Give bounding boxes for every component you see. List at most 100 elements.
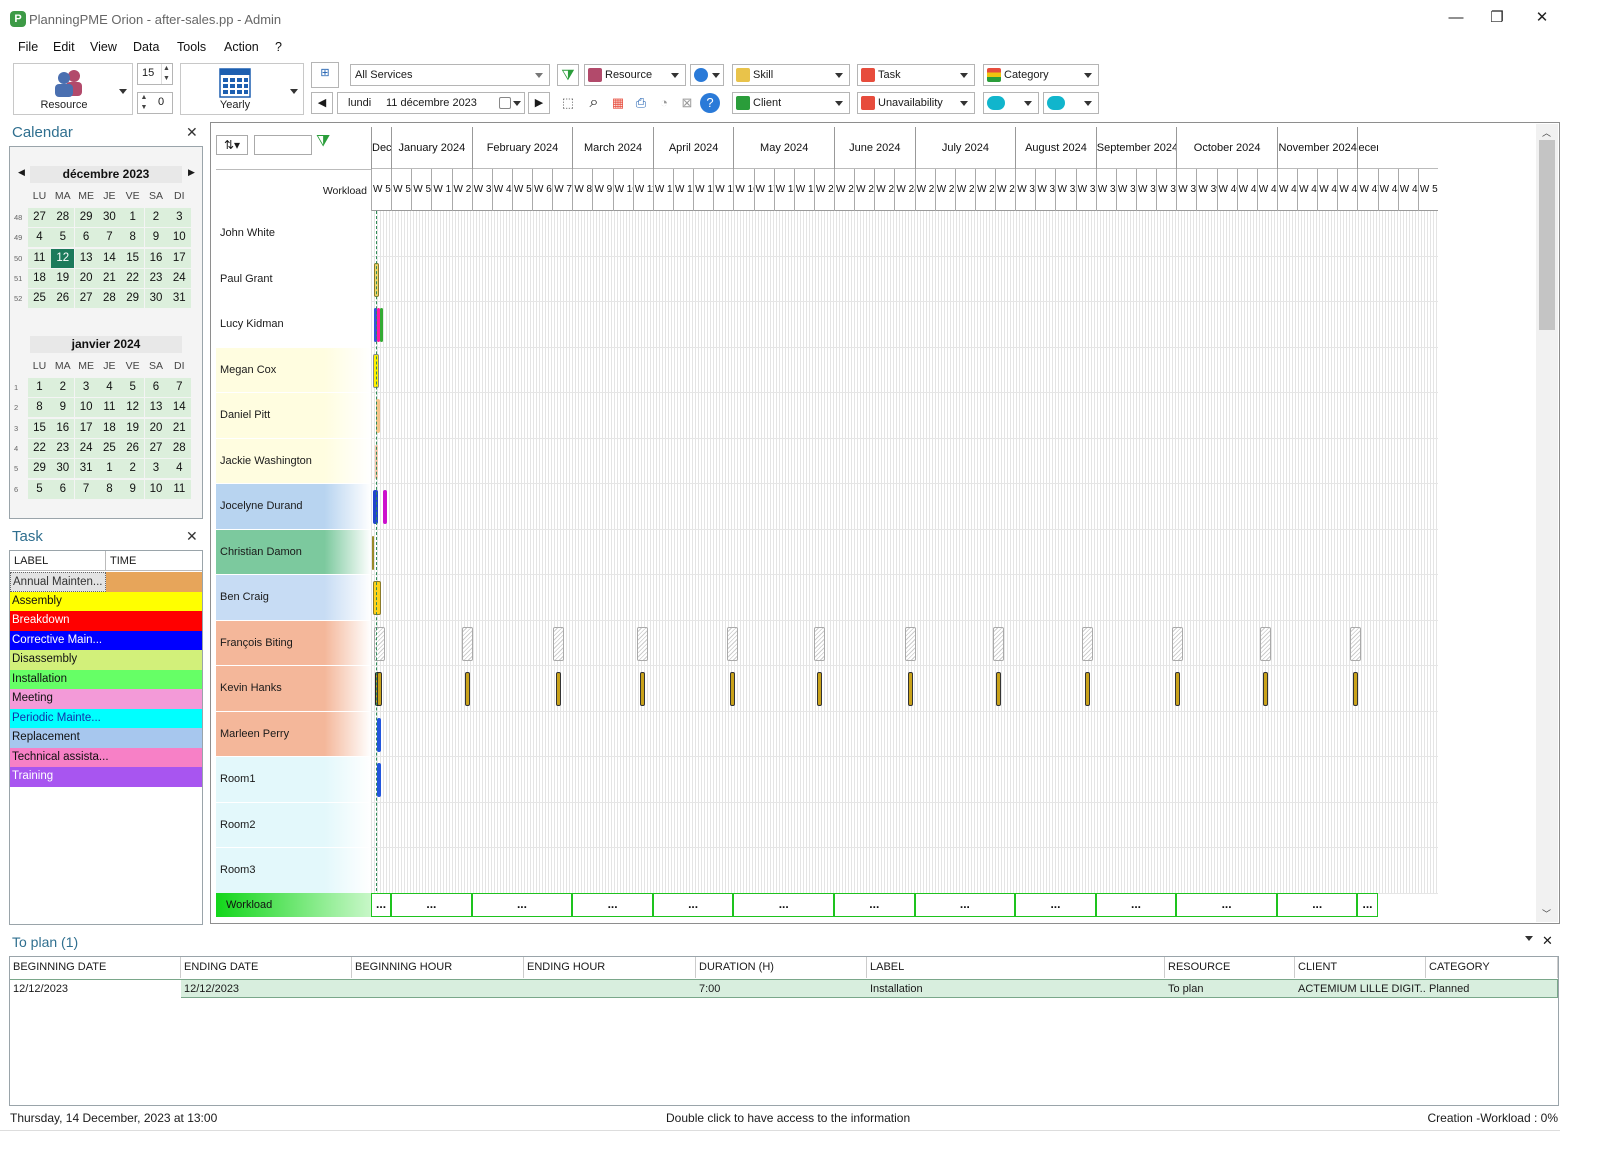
calendar-day[interactable]: 27 [28,208,51,227]
recurring-task-bar[interactable] [1260,626,1271,661]
resource-timeline[interactable] [371,666,1438,712]
calendar-day[interactable]: 10 [144,479,168,499]
toplan-column-header[interactable]: CLIENT [1295,957,1426,978]
calendar-day[interactable]: 25 [28,289,51,309]
close-icon[interactable]: ✕ [1542,933,1553,949]
resource-name[interactable]: François Biting [216,620,371,666]
resource-row[interactable]: Room3 [216,848,1438,894]
toplan-cell[interactable]: Installation [867,980,1165,998]
calendar-day[interactable]: 31 [167,289,191,309]
period-view-button[interactable]: Yearly [180,63,304,115]
workload-cell[interactable]: ... [1015,893,1096,917]
resource-timeline[interactable] [371,256,1438,302]
calendar-day[interactable]: 29 [74,208,98,227]
calendar-add-icon[interactable]: ▦ [607,92,629,114]
resource-row[interactable]: Christian Damon [216,529,1438,575]
recurring-task-bar[interactable] [1085,672,1090,706]
resource-row[interactable]: Marleen Perry [216,711,1438,757]
calendar-day[interactable]: 4 [97,378,121,397]
toplan-cell[interactable]: ACTEMIUM LILLE DIGIT... [1295,980,1426,998]
close-window-button[interactable]: ✕ [1522,6,1562,30]
menu-tools[interactable]: Tools [177,40,206,54]
workload-cell[interactable]: ... [371,893,392,917]
recurring-task-bar[interactable] [908,672,913,706]
toplan-cell[interactable]: 7:00 [696,980,867,998]
calendar-day[interactable]: 25 [97,438,121,458]
menu-help[interactable]: ? [275,40,282,54]
calendar-day[interactable]: 2 [121,459,145,479]
scroll-up-icon[interactable]: ︿ [1542,126,1551,139]
resource-row[interactable]: Ben Craig [216,575,1438,621]
category-filter-select[interactable]: Category [983,64,1099,86]
scroll-down-icon[interactable]: ﹀ [1542,907,1551,920]
toplan-column-header[interactable]: ENDING HOUR [524,957,696,978]
zoom-bottom-stepper[interactable]: ▲ ▼ 0 [137,92,173,114]
chevron-down-icon[interactable] [1525,936,1533,941]
zoom-top-stepper[interactable]: 15 ▲ ▼ [137,63,173,85]
task-bar[interactable] [380,308,383,342]
calendar-day[interactable]: 22 [121,268,145,288]
calendar-today[interactable]: 12 [51,248,75,268]
calendar-day[interactable]: 30 [144,289,168,309]
calendar-day[interactable]: 5 [51,228,75,248]
resource-name[interactable]: Kevin Hanks [216,666,371,712]
toggle-option-select[interactable] [983,92,1039,114]
excel-export-icon[interactable]: ⊠ [676,92,698,114]
resource-view-button[interactable]: Resource [13,63,133,115]
task-bar[interactable] [377,717,381,752]
next-month-icon[interactable]: ▶ [188,167,195,178]
toplan-column-header[interactable]: RESOURCE [1165,957,1295,978]
date-picker[interactable]: lundi 11 décembre 2023 [337,92,525,114]
prev-month-icon[interactable]: ◀ [18,167,25,178]
stepper-down-icon[interactable]: ▼ [161,74,171,84]
calendar-day[interactable]: 26 [51,289,75,309]
resource-row[interactable]: Kevin Hanks [216,666,1438,712]
resource-row[interactable]: Jocelyne Durand [216,484,1438,530]
stepper-up-icon[interactable]: ▲ [139,93,149,103]
recurring-task-bar[interactable] [1353,672,1358,706]
calendar-day[interactable]: 29 [121,289,145,309]
calendar-day[interactable]: 8 [121,228,145,248]
toplan-cell[interactable]: To plan [1165,980,1295,998]
recurring-task-bar[interactable] [993,626,1004,661]
vertical-scrollbar[interactable]: ︿ ﹀ [1536,124,1558,922]
calendar-day[interactable]: 30 [51,459,75,479]
close-icon[interactable]: ✕ [186,528,198,545]
resource-name[interactable]: Room2 [216,802,371,848]
resource-timeline[interactable] [371,211,1438,257]
print-icon[interactable]: ⎙ [630,92,652,114]
calendar-day[interactable]: 2 [144,208,168,227]
workload-cell[interactable]: ... [391,893,472,917]
stepper-up-icon[interactable]: ▲ [161,64,171,74]
calendar-day[interactable]: 5 [28,479,51,499]
workload-cell[interactable]: ... [1276,893,1358,917]
services-select[interactable]: All Services [350,64,550,86]
recurring-task-bar[interactable] [996,672,1001,706]
task-col-time[interactable]: TIME [110,555,136,567]
workload-cell[interactable]: ... [834,893,915,917]
resource-filter-select[interactable]: Resource [584,64,686,86]
task-list-item[interactable]: Disassembly [10,650,202,670]
calendar-day[interactable]: 19 [51,268,75,288]
task-list-item[interactable]: Annual Mainten... [10,572,106,592]
toplan-cell[interactable]: 12/12/2023 [181,980,352,998]
recurring-task-bar[interactable] [1082,626,1093,661]
scrollbar-thumb[interactable] [1539,140,1555,330]
resource-name[interactable]: Marleen Perry [216,711,371,757]
resource-name[interactable]: Daniel Pitt [216,393,371,439]
resource-row[interactable]: Paul Grant [216,256,1438,302]
calendar-day[interactable]: 19 [121,418,145,438]
recurring-task-bar[interactable] [1263,672,1268,706]
recurring-task-bar[interactable] [556,672,561,706]
selection-icon[interactable]: ⬚ [557,92,579,114]
task-list-item[interactable]: Periodic Mainte... [10,708,202,728]
pie-chart-icon[interactable]: ◔ [653,92,675,114]
calendar-day[interactable]: 3 [167,208,191,227]
chevron-down-icon[interactable] [290,89,298,94]
workload-cell[interactable]: ... [471,893,573,917]
task-bar[interactable] [383,490,387,524]
calendar-day[interactable]: 31 [74,459,98,479]
toplan-cell[interactable]: Planned [1426,980,1558,998]
unavailability-filter-select[interactable]: Unavailability [857,92,975,114]
toplan-cell[interactable]: 12/12/2023 [10,980,181,998]
